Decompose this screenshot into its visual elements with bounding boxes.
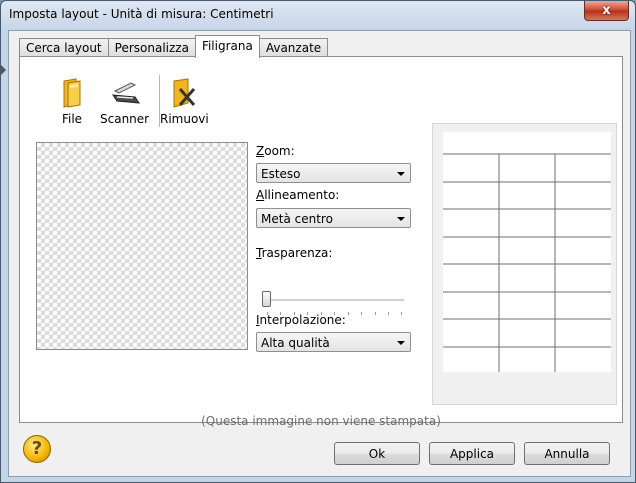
interpolation-value: Alta qualità (261, 336, 330, 350)
interpolation-label: Interpolazione: (256, 313, 346, 327)
file-label: File (61, 112, 83, 126)
window-title: Imposta layout - Unità di misura: Centim… (9, 7, 274, 21)
label-sheet-preview (443, 132, 611, 372)
tab-avanzate[interactable]: Avanzate (258, 38, 329, 58)
scanner-icon (109, 77, 141, 109)
scanner-label: Scanner (100, 112, 150, 126)
align-select[interactable]: Metà centro (256, 208, 411, 228)
chevron-down-icon (397, 341, 405, 345)
chevron-down-icon (397, 217, 405, 221)
remove-watermark-icon (168, 77, 200, 109)
ok-button[interactable]: Ok (334, 442, 420, 465)
expand-arrow-icon[interactable] (1, 65, 6, 75)
folder-icon (56, 77, 88, 109)
help-icon[interactable]: ? (23, 435, 51, 463)
dialog-client: Cerca layout Personalizza Filigrana Avan… (8, 30, 631, 477)
preview-note: (Questa immagine non viene stampata) (201, 414, 441, 428)
zoom-value: Esteso (261, 167, 301, 181)
zoom-select[interactable]: Esteso (256, 163, 411, 183)
transparency-slider-track[interactable] (264, 299, 404, 302)
zoom-label: Zoom: (256, 144, 295, 158)
tab-filigrana[interactable]: Filigrana (194, 35, 260, 58)
transparency-slider-thumb[interactable] (262, 291, 271, 307)
tab-personalizza[interactable]: Personalizza (107, 38, 196, 58)
close-button[interactable]: x (584, 1, 629, 21)
tab-strip: Cerca layout Personalizza Filigrana Avan… (19, 35, 329, 58)
align-value: Metà centro (261, 212, 333, 226)
chevron-down-icon (397, 172, 405, 176)
file-button[interactable]: File (56, 77, 88, 126)
scanner-button[interactable]: Scanner (100, 77, 149, 126)
cancel-button[interactable]: Annulla (524, 442, 610, 465)
remove-label: Rimuovi (160, 112, 209, 126)
watermark-preview (36, 142, 248, 350)
dialog-window: Imposta layout - Unità di misura: Centim… (0, 0, 636, 483)
align-label: Allineamento: (256, 188, 340, 202)
interpolation-select[interactable]: Alta qualità (256, 332, 411, 352)
tab-cerca-layout[interactable]: Cerca layout (19, 38, 109, 58)
apply-button[interactable]: Applica (429, 442, 515, 465)
title-bar[interactable]: Imposta layout - Unità di misura: Centim… (1, 1, 635, 29)
transparency-label: Trasparenza: (256, 246, 333, 260)
close-icon: x (602, 3, 611, 18)
remove-button[interactable]: Rimuovi (160, 77, 209, 126)
watermark-panel: File Scanner Rimuovi Zoom: Esteso Alline… (19, 56, 623, 428)
page-preview (432, 123, 617, 405)
